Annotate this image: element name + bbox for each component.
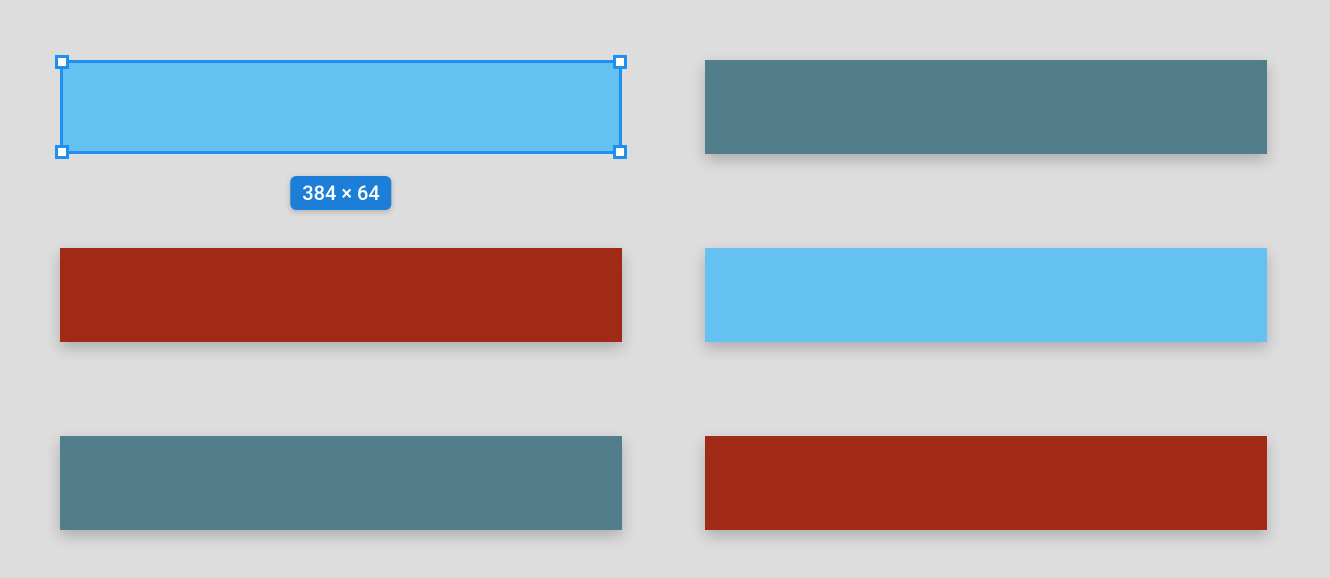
canvas-block[interactable] — [705, 248, 1267, 342]
canvas-block[interactable] — [705, 60, 1267, 154]
resize-handle-bottom-right[interactable] — [613, 145, 627, 159]
canvas-block[interactable] — [705, 436, 1267, 530]
canvas-block[interactable] — [60, 248, 622, 342]
canvas-block[interactable] — [60, 436, 622, 530]
resize-handle-top-left[interactable] — [55, 55, 69, 69]
resize-handle-bottom-left[interactable] — [55, 145, 69, 159]
resize-handle-top-right[interactable] — [613, 55, 627, 69]
design-canvas[interactable]: 384 × 64 — [0, 0, 1330, 578]
selection-size-badge: 384 × 64 — [290, 176, 391, 210]
canvas-block[interactable] — [60, 60, 622, 154]
